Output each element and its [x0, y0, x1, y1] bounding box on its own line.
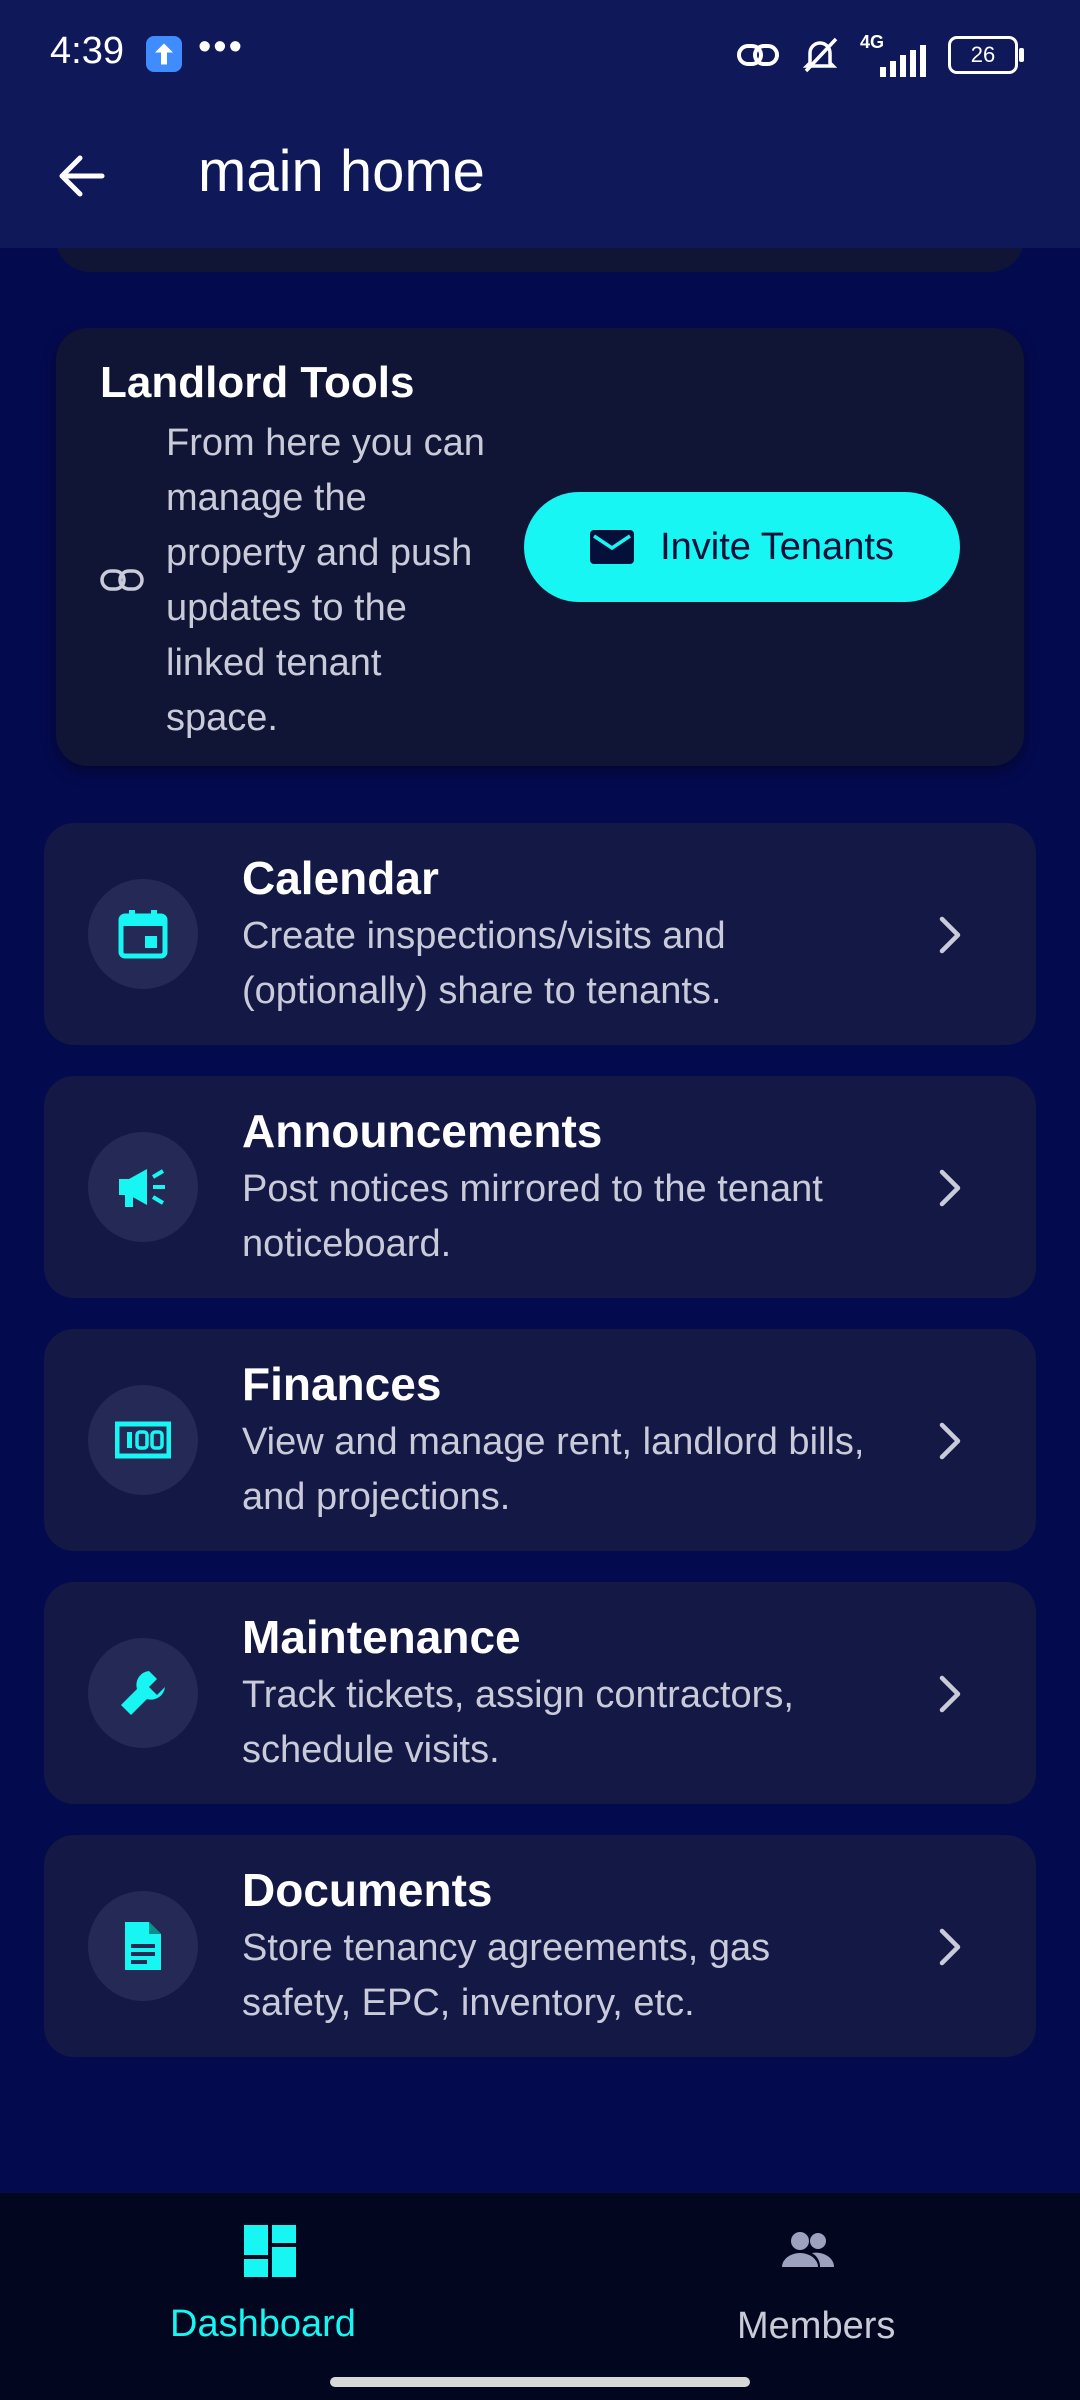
app-bar: main home: [0, 110, 1080, 248]
link-status-icon: [737, 44, 779, 66]
menu-item-title: Documents: [242, 1864, 493, 1916]
money-icon-container: [88, 1385, 198, 1495]
back-arrow-icon[interactable]: [52, 146, 112, 206]
signal-icon: 4G: [860, 33, 930, 77]
menu-item-calendar[interactable]: Calendar Create inspections/visits and (…: [44, 823, 1036, 1045]
menu-item-maintenance[interactable]: Maintenance Track tickets, assign contra…: [44, 1582, 1036, 1804]
link-icon: [100, 569, 144, 591]
more-notifications-icon: •••: [198, 26, 244, 68]
megaphone-icon-container: [88, 1132, 198, 1242]
page-title: main home: [198, 139, 485, 204]
landlord-tools-title: Landlord Tools: [100, 358, 415, 407]
nav-members[interactable]: Members: [540, 2193, 1080, 2355]
gesture-bar[interactable]: [330, 2377, 750, 2387]
chevron-right-icon: [939, 1928, 961, 1966]
bottom-navigation: Dashboard Members: [0, 2193, 1080, 2355]
wrench-icon-container: [88, 1638, 198, 1748]
upload-icon: [146, 36, 182, 72]
landlord-tools-description: From here you can manage the property an…: [166, 422, 485, 739]
menu-item-title: Finances: [242, 1358, 442, 1410]
menu-item-description: Create inspections/visits and (optionall…: [242, 915, 726, 1012]
nav-dashboard[interactable]: Dashboard: [0, 2193, 540, 2355]
chevron-right-icon: [939, 1422, 961, 1460]
previous-card-edge: [56, 248, 1024, 272]
money-icon: [115, 1421, 171, 1459]
menu-item-finances[interactable]: Finances View and manage rent, landlord …: [44, 1329, 1036, 1551]
dashboard-icon: [244, 2225, 296, 2277]
document-icon: [125, 1922, 161, 1970]
chevron-right-icon: [939, 1169, 961, 1207]
status-bar: 4:39 ••• 4G 26: [0, 0, 1080, 110]
mail-icon: [590, 530, 635, 564]
menu-item-title: Maintenance: [242, 1611, 521, 1663]
chevron-right-icon: [939, 916, 961, 954]
mute-icon: [802, 37, 838, 73]
calendar-icon-container: [88, 879, 198, 989]
menu-item-title: Announcements: [242, 1105, 603, 1157]
gesture-area: [0, 2355, 1080, 2400]
landlord-tools-card: Landlord Tools From here you can manage …: [56, 328, 1024, 766]
invite-tenants-button[interactable]: Invite Tenants: [524, 492, 960, 602]
members-icon: [782, 2232, 835, 2267]
status-time: 4:39: [50, 30, 124, 72]
dashboard-content[interactable]: Landlord Tools From here you can manage …: [0, 248, 1080, 2193]
invite-tenants-label: Invite Tenants: [660, 525, 894, 568]
battery-indicator: 26: [948, 36, 1024, 74]
menu-item-documents[interactable]: Documents Store tenancy agreements, gas …: [44, 1835, 1036, 2057]
menu-item-announcements[interactable]: Announcements Post notices mirrored to t…: [44, 1076, 1036, 1298]
nav-members-label: Members: [737, 2305, 896, 2347]
wrench-icon: [121, 1671, 165, 1715]
calendar-icon: [118, 910, 168, 959]
menu-item-description: Post notices mirrored to the tenant noti…: [242, 1168, 823, 1265]
megaphone-icon: [119, 1169, 165, 1207]
menu-item-description: Track tickets, assign contractors, sched…: [242, 1674, 794, 1771]
nav-dashboard-label: Dashboard: [170, 2303, 356, 2345]
chevron-right-icon: [939, 1675, 961, 1713]
menu-item-description: Store tenancy agreements, gas safety, EP…: [242, 1927, 771, 2024]
document-icon-container: [88, 1891, 198, 2001]
menu-item-description: View and manage rent, landlord bills, an…: [242, 1421, 865, 1518]
menu-item-title: Calendar: [242, 852, 439, 904]
